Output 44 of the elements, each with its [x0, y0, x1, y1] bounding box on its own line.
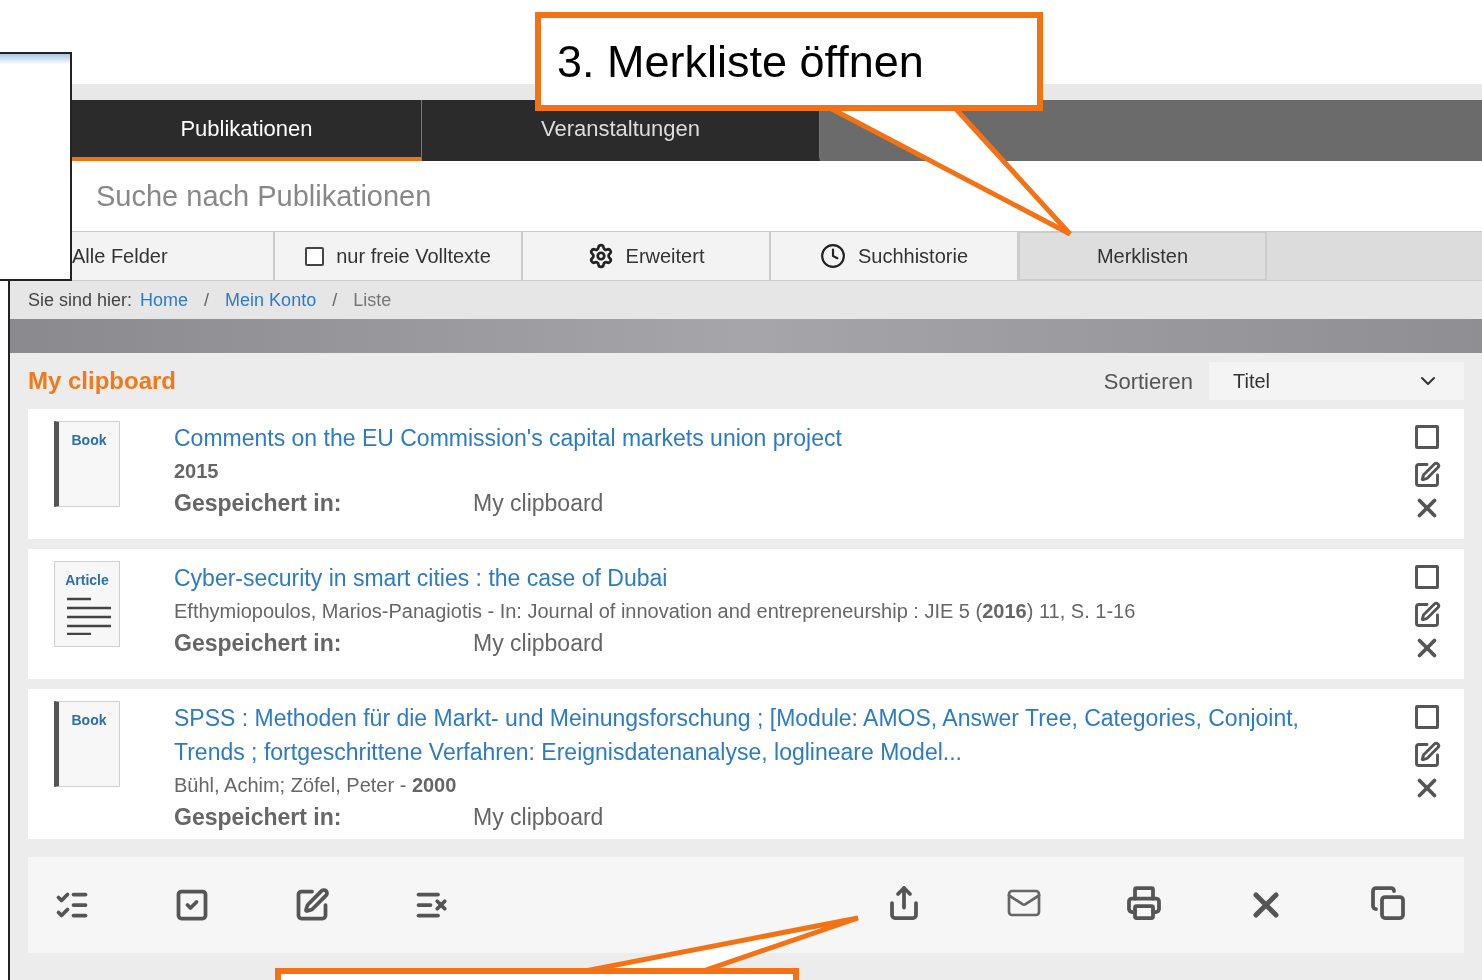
sort-select[interactable]: Titel — [1209, 362, 1464, 400]
result-meta: Efthymiopoulos, Marios-Panagiotis - In: Journal of innovation and entrepreneurship : JIE 5 (2016) 11, S. 1-16 — [174, 599, 1137, 624]
result-title-link[interactable]: Cyber-security in smart cities : the case of Dubai — [174, 561, 1312, 595]
clock-icon — [819, 243, 846, 269]
checkbox[interactable] — [305, 246, 325, 266]
breadcrumb-separator: / — [332, 288, 338, 312]
field-select[interactable]: Alle Felder — [72, 232, 275, 280]
select-checkbox[interactable] — [1415, 425, 1439, 449]
option-button[interactable]: Suchhistorie — [771, 232, 1019, 280]
copy-icon[interactable] — [1370, 885, 1406, 921]
select-checkbox[interactable] — [1415, 705, 1439, 729]
edit-icon[interactable] — [1413, 741, 1441, 769]
checked-list-icon[interactable] — [174, 887, 210, 923]
breadcrumb-link[interactable]: Mein Konto — [225, 286, 317, 314]
nav-tab[interactable]: Publikationen — [72, 100, 422, 161]
result-meta: 2015 — [174, 459, 220, 484]
callout-text: 3. Merkliste öffnen — [557, 34, 924, 89]
saved-in-value: My clipboard — [473, 489, 604, 518]
saved-in-value: My clipboard — [473, 629, 604, 658]
saved-in-label: Gespeichert in: — [174, 803, 343, 832]
list-title: My clipboard — [28, 366, 177, 396]
breadcrumb-link[interactable]: Home — [140, 286, 189, 314]
saved-in-value: My clipboard — [473, 803, 604, 832]
result-meta: Bühl, Achim; Zöfel, Peter - 2000 — [174, 773, 458, 798]
breadcrumb-label: Sie sind hier: — [28, 288, 133, 312]
print-icon[interactable] — [1126, 885, 1162, 921]
sort-label: Sortieren — [1103, 367, 1193, 396]
result-title-link[interactable]: Comments on the EU Commission's capital markets union project — [174, 421, 1312, 455]
breadcrumb-separator: / — [204, 288, 210, 312]
settings-icon — [587, 243, 614, 269]
cover-label: Book — [71, 711, 107, 730]
saved-in-label: Gespeichert in: — [174, 489, 343, 518]
edit-icon[interactable] — [1413, 461, 1441, 489]
saved-in-label: Gespeichert in: — [174, 629, 343, 658]
edit-list-icon[interactable] — [294, 887, 330, 923]
edit-icon[interactable] — [1413, 601, 1441, 629]
option-button[interactable]: Erweitert — [523, 232, 771, 280]
breadcrumb-current: Liste — [353, 288, 392, 312]
option-button[interactable]: Merklisten — [1019, 232, 1267, 280]
result-title-link[interactable]: SPSS : Methoden für die Markt- und Meinungsforschung ; [Module: AMOS, Answer Tree, Categories, Conjoint, Trends ; fortgeschrittene Verfahren: Ereignisdatenanalyse, loglineare Model... — [174, 701, 1312, 769]
select-checkbox[interactable] — [1415, 565, 1439, 589]
cover-label: Book — [71, 431, 107, 450]
option-button[interactable]: nur freie Volltexte — [275, 232, 523, 280]
cover-label: Article — [65, 571, 109, 590]
